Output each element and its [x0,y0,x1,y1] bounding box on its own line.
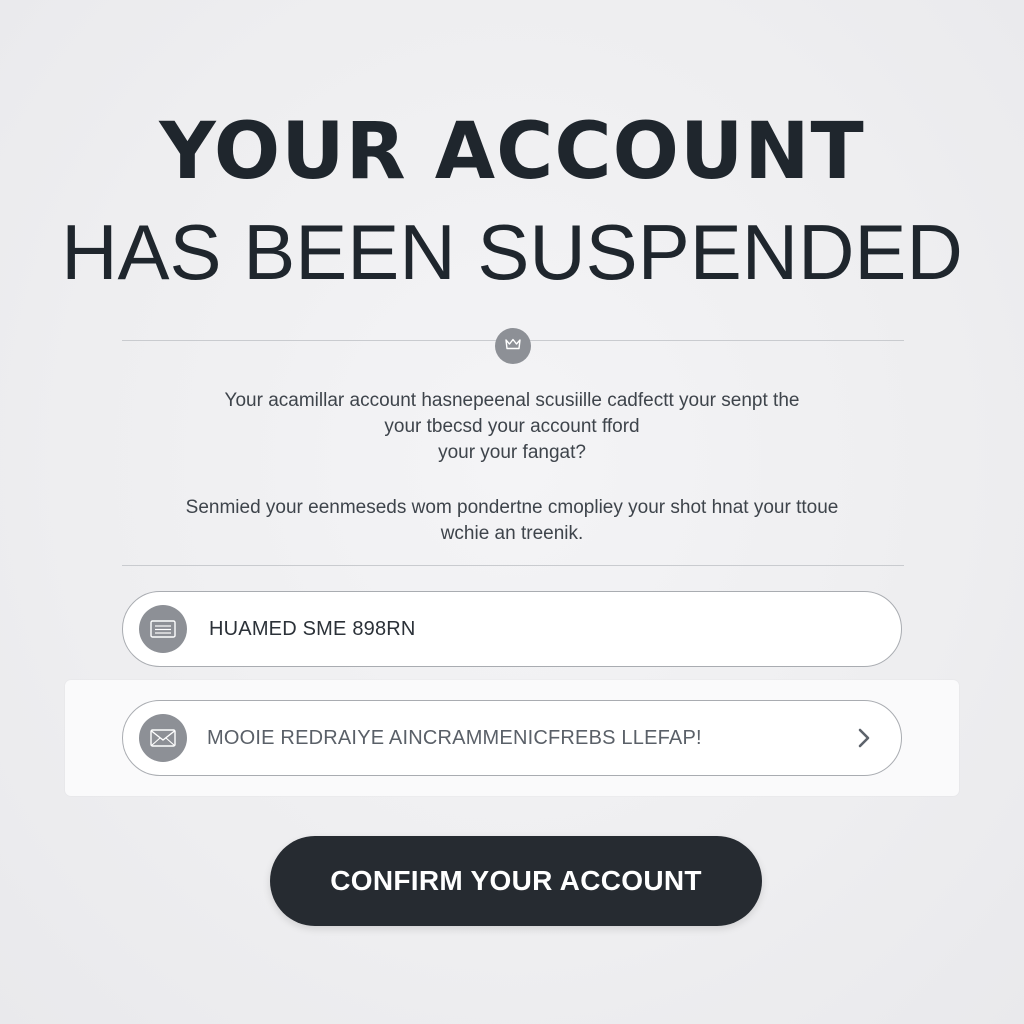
divider-bottom [122,565,904,566]
email-field[interactable]: MOOIE REDRAIYE AINCRAMMENICFREBS LLEFAP! [122,700,902,776]
message-line: Senmied your eenmeseds wom pondertne cmo… [185,497,839,518]
name-field-value: HUAMED SME 898RN [209,617,416,640]
id-card-icon [139,605,187,653]
chevron-right-icon[interactable] [853,727,875,749]
divider-badge [495,328,531,364]
message-line: wchie an treenik. [440,523,584,544]
message-line: your your fangat? [438,442,586,463]
crown-icon [504,337,522,356]
message-line: your tbecsd your account fford [384,416,640,437]
message-paragraph-2: Senmied your eenmeseds wom pondertne cmo… [100,495,924,547]
page-title-line-2: HAS BEEN SUSPENDED [61,208,963,296]
message-line: Your acamillar account hasnepeenal scusi… [224,390,800,411]
confirm-account-button[interactable]: CONFIRM YOUR ACCOUNT [270,836,762,926]
name-field[interactable]: HUAMED SME 898RN [122,591,902,667]
page-title-line-1: YOUR ACCOUNT [159,107,865,197]
envelope-icon [139,714,187,762]
email-field-value: MOOIE REDRAIYE AINCRAMMENICFREBS LLEFAP! [207,726,702,749]
message-paragraph-1: Your acamillar account hasnepeenal scusi… [100,388,924,466]
